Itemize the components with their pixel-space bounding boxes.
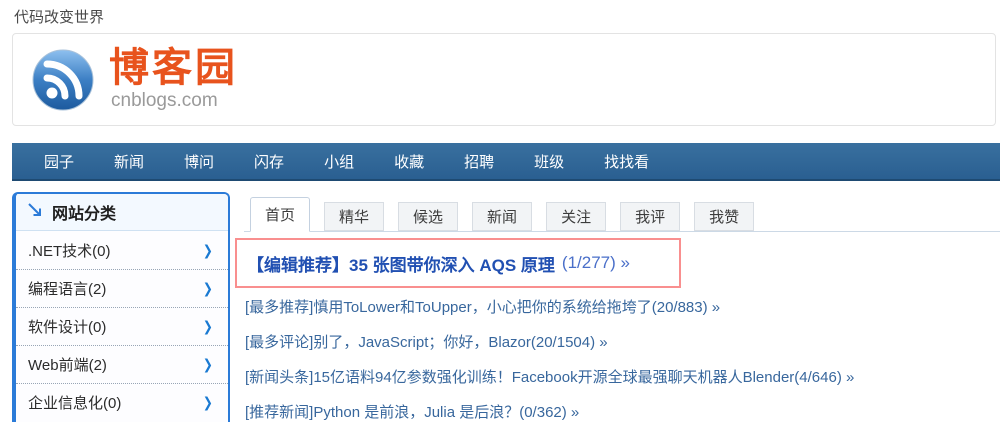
- list-item[interactable]: [推荐新闻]Python 是前浪，Julia 是后浪？(0/362) »: [245, 394, 854, 422]
- nav-item-jobs[interactable]: 招聘: [464, 151, 494, 172]
- category-sidebar-header: 网站分类: [16, 194, 228, 231]
- chevron-right-icon: ❯: [203, 280, 214, 296]
- sidebar-item-dotnet[interactable]: .NET技术(0) ❯: [16, 231, 228, 269]
- site-logo[interactable]: 博客园 cnblogs.com: [109, 47, 238, 112]
- chevron-right-icon: ❯: [203, 394, 214, 410]
- sidebar-item-label: Web前端(2): [28, 357, 107, 374]
- content-tabs: 首页 精华 候选 新闻 关注 我评 我赞: [244, 192, 1000, 232]
- tab-news[interactable]: 新闻: [472, 202, 533, 231]
- chevron-right-icon: ❯: [203, 356, 214, 372]
- tab-home[interactable]: 首页: [250, 197, 311, 232]
- sidebar-item-label: 软件设计(0): [28, 319, 107, 336]
- site-slogan: 代码改变世界: [14, 9, 105, 26]
- chevron-right-icon: ❯: [203, 318, 214, 334]
- cnblogs-homepage: 代码改变世界 博客园 cnblogs.com 园子 新闻 博问 闪存 小组 收藏…: [0, 0, 1000, 422]
- category-sidebar: 网站分类 .NET技术(0) ❯ 编程语言(2) ❯ 软件设计(0) ❯ Web…: [12, 192, 230, 422]
- list-item[interactable]: [新闻头条]15亿语料94亿参数强化训练！Facebook开源全球最强聊天机器人…: [245, 359, 854, 394]
- nav-item-groups[interactable]: 小组: [324, 151, 354, 172]
- sidebar-item-languages[interactable]: 编程语言(2) ❯: [16, 269, 228, 307]
- sidebar-item-label: .NET技术(0): [28, 242, 111, 260]
- category-sidebar-title: 网站分类: [52, 206, 117, 223]
- site-name: 博客园: [109, 46, 238, 90]
- editor-recommended-headline[interactable]: 【编辑推荐】35 张图带你深入 AQS 原理 (1/277) »: [247, 238, 630, 288]
- nav-item-flash[interactable]: 闪存: [254, 151, 284, 172]
- sidebar-item-label: 编程语言(2): [28, 281, 107, 298]
- list-item[interactable]: [最多推荐]慎用ToLower和ToUpper，小心把你的系统给拖垮了(20/8…: [245, 289, 854, 324]
- tab-following[interactable]: 关注: [546, 202, 607, 231]
- nav-item-qa[interactable]: 博问: [184, 151, 214, 172]
- main-content: 首页 精华 候选 新闻 关注 我评 我赞 【编辑推荐】35 张图带你深入 AQS…: [235, 192, 1000, 422]
- headline-count: (1/277) »: [561, 253, 630, 272]
- rss-logo-icon[interactable]: [31, 48, 95, 112]
- diagonal-arrow-icon: [26, 201, 44, 224]
- chevron-right-icon: ❯: [203, 241, 214, 258]
- site-header: 博客园 cnblogs.com: [12, 33, 996, 126]
- headline-title: 【编辑推荐】35 张图带你深入 AQS 原理: [247, 255, 555, 275]
- list-item[interactable]: [最多评论]别了，JavaScript；你好，Blazor(20/1504) »: [245, 324, 854, 359]
- tab-my-likes[interactable]: 我赞: [694, 202, 755, 231]
- sidebar-item-software-design[interactable]: 软件设计(0) ❯: [16, 307, 228, 345]
- sidebar-item-web-frontend[interactable]: Web前端(2) ❯: [16, 345, 228, 383]
- tab-candidate[interactable]: 候选: [398, 202, 459, 231]
- sidebar-item-enterprise-it[interactable]: 企业信息化(0) ❯: [16, 383, 228, 421]
- tab-my-comments[interactable]: 我评: [620, 202, 681, 231]
- nav-item-bookmarks[interactable]: 收藏: [394, 151, 424, 172]
- post-list: [最多推荐]慎用ToLower和ToUpper，小心把你的系统给拖垮了(20/8…: [245, 289, 854, 422]
- main-navbar: 园子 新闻 博问 闪存 小组 收藏 招聘 班级 找找看: [12, 143, 1000, 181]
- nav-item-classes[interactable]: 班级: [534, 151, 564, 172]
- tab-picked[interactable]: 精华: [324, 202, 385, 231]
- sidebar-item-label: 企业信息化(0): [28, 395, 122, 412]
- nav-item-search[interactable]: 找找看: [604, 151, 649, 172]
- nav-item-news[interactable]: 新闻: [114, 151, 144, 172]
- site-domain: cnblogs.com: [111, 90, 218, 111]
- nav-item-garden[interactable]: 园子: [44, 151, 74, 172]
